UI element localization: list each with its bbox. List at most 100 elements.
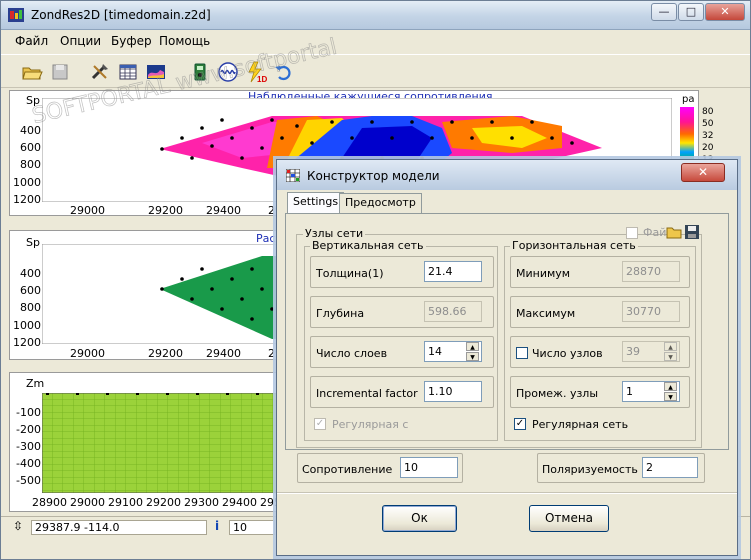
- intermediate-nodes-stepper[interactable]: ▲ ▼: [664, 382, 677, 401]
- minimum-label: Минимум: [516, 267, 571, 280]
- coords-readout: 29387.9 -114.0: [31, 520, 207, 535]
- thickness-input[interactable]: [424, 261, 482, 282]
- open-icon[interactable]: [21, 61, 43, 83]
- increment-input[interactable]: [424, 381, 482, 402]
- dialog-title: Конструктор модели: [307, 169, 440, 183]
- plot3-x-tick: 29300: [184, 496, 219, 509]
- chart-icon[interactable]: [145, 61, 167, 83]
- nodes-count-stepper[interactable]: ▲ ▼: [664, 342, 677, 361]
- plot2-y-tick: 1200: [13, 336, 41, 349]
- vertical-regular-checkbox[interactable]: ✓: [314, 418, 326, 430]
- vertical-regular-label: Регулярная с: [332, 418, 409, 431]
- menubar: Файл Опции Буфер Помощь: [1, 31, 750, 51]
- device-icon[interactable]: [189, 61, 211, 83]
- wave-icon[interactable]: [217, 61, 239, 83]
- plot2-y-tick: 1000: [13, 319, 41, 332]
- maximum-input[interactable]: [622, 301, 680, 322]
- plot3-x-tick: 29200: [146, 496, 181, 509]
- plot3-y-tick: -500: [16, 474, 41, 487]
- colorbar-tick: 32: [702, 131, 714, 141]
- plot3-x-tick: 28900: [32, 496, 67, 509]
- cancel-button[interactable]: Отмена: [529, 505, 609, 532]
- layers-stepper[interactable]: ▲ ▼: [466, 342, 479, 361]
- vertical-grid-label: Вертикальная сеть: [310, 239, 426, 252]
- save-disk-icon[interactable]: [684, 224, 700, 240]
- resistance-label: Сопротивление: [302, 463, 393, 476]
- horizontal-regular-checkbox[interactable]: ✓: [514, 418, 526, 430]
- file-checkbox[interactable]: [626, 227, 638, 239]
- minimize-button[interactable]: —: [651, 3, 677, 21]
- svg-text:1D: 1D: [257, 75, 267, 83]
- colorbar-tick: 50: [702, 119, 714, 129]
- tab-settings[interactable]: Settings: [287, 192, 345, 214]
- menu-buffer[interactable]: Буфер: [111, 34, 152, 48]
- dialog-titlebar[interactable]: Конструктор модели ✕: [277, 160, 737, 190]
- dialog-close-button[interactable]: ✕: [681, 163, 725, 182]
- open-folder-icon[interactable]: [666, 224, 682, 240]
- plot3-y-tick: -400: [16, 457, 41, 470]
- plot1-y-tick: 1200: [13, 193, 41, 206]
- layers-label: Число слоев: [316, 347, 388, 360]
- lightning-1d-icon[interactable]: 1D: [245, 61, 267, 84]
- plot1-y-tick: 600: [20, 141, 41, 154]
- plot1-x-tick: 29200: [148, 204, 183, 217]
- file-label: Фай: [643, 226, 667, 239]
- plot3-y-tick: -300: [16, 440, 41, 453]
- plot1-x-tick: 29000: [70, 204, 105, 217]
- nodes-count-label: Число узлов: [532, 347, 603, 360]
- window-title: ZondRes2D [timedomain.z2d]: [31, 8, 211, 22]
- menu-help[interactable]: Помощь: [159, 34, 210, 48]
- save-icon[interactable]: [49, 61, 71, 83]
- close-button[interactable]: ✕: [705, 3, 745, 21]
- value-readout: 10: [229, 520, 275, 535]
- plot1-y-axis-title: Sp: [26, 94, 40, 107]
- plot1-y-tick: 1000: [13, 176, 41, 189]
- depth-label: Глубина: [316, 307, 365, 320]
- colorbar-label: ра: [682, 94, 695, 105]
- plot3-x-tick: 29100: [108, 496, 143, 509]
- tab-preview[interactable]: Предосмотр: [339, 193, 422, 213]
- plot1-x-tick: 29400: [206, 204, 241, 217]
- table-icon[interactable]: [117, 61, 139, 83]
- plot2-y-tick: 400: [20, 267, 41, 280]
- tools-icon[interactable]: [89, 61, 111, 83]
- menu-options[interactable]: Опции: [60, 34, 101, 48]
- plot1-y-tick: 800: [20, 158, 41, 171]
- plot3-y-tick: -200: [16, 423, 41, 436]
- maximum-label: Максимум: [516, 307, 576, 320]
- maximize-button[interactable]: □: [678, 3, 704, 21]
- ok-button[interactable]: Ок: [382, 505, 457, 532]
- thickness-label: Толщина(1): [316, 267, 384, 280]
- plot2-x-tick: 29200: [148, 347, 183, 360]
- main-titlebar[interactable]: ZondRes2D [timedomain.z2d] — □ ✕: [1, 1, 750, 30]
- menu-file[interactable]: Файл: [15, 34, 48, 48]
- plot3-x-tick: 29400: [222, 496, 257, 509]
- plot2-x-tick: 29400: [206, 347, 241, 360]
- minimum-input[interactable]: [622, 261, 680, 282]
- plot2-y-axis-title: Sp: [26, 236, 40, 249]
- colorbar-tick: 80: [702, 107, 714, 117]
- intermediate-nodes-label: Промеж. узлы: [516, 387, 599, 400]
- colorbar-tick: 20: [702, 143, 714, 153]
- colorbar: [680, 107, 694, 167]
- polarization-label: Поляризуемость: [542, 463, 638, 476]
- plot3-x-tick: 29000: [70, 496, 105, 509]
- toolbar: 1D: [1, 54, 750, 88]
- app-icon: [8, 8, 24, 22]
- settings-tab-panel: Узлы сети Фай Вертикальная сеть Толщина(…: [285, 213, 729, 450]
- dialog-separator: [277, 492, 737, 494]
- info-icon: i: [215, 519, 220, 533]
- nodes-count-checkbox[interactable]: [516, 347, 528, 359]
- plot2-y-tick: 600: [20, 284, 41, 297]
- resistance-input[interactable]: [400, 457, 458, 478]
- model-constructor-dialog: Конструктор модели ✕ Settings Предосмотр…: [276, 159, 738, 556]
- horizontal-regular-label: Регулярная сеть: [532, 418, 629, 431]
- undo-icon[interactable]: [273, 61, 295, 83]
- plot3-y-axis-title: Zm: [26, 377, 45, 390]
- depth-input[interactable]: [424, 301, 482, 322]
- plot3-y-tick: -100: [16, 406, 41, 419]
- horizontal-grid-label: Горизонтальная сеть: [510, 239, 638, 252]
- polarization-input[interactable]: [642, 457, 698, 478]
- plot1-y-tick: 400: [20, 124, 41, 137]
- cursor-icon: ⇳: [13, 519, 24, 533]
